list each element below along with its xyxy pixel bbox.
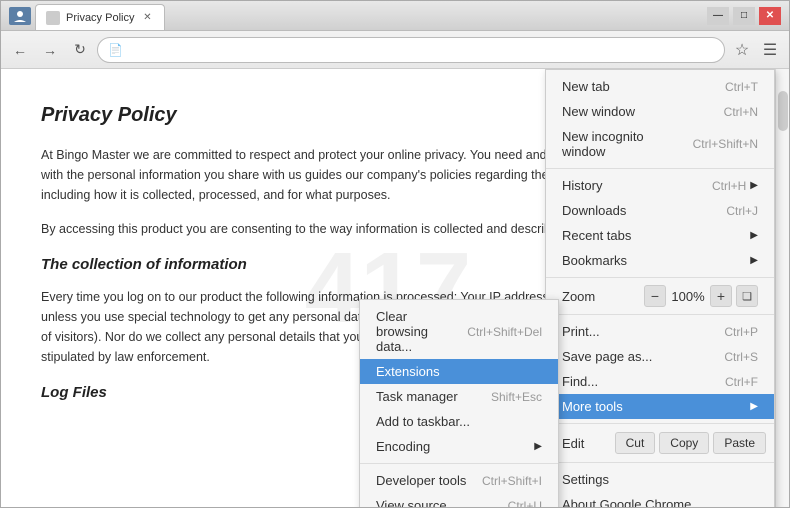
page-content: 417 Privacy Policy At Bingo Master we ar… [1, 69, 789, 507]
cut-button[interactable]: Cut [615, 432, 656, 454]
copy-button[interactable]: Copy [659, 432, 709, 454]
address-bar[interactable]: 📄 [97, 37, 725, 63]
title-bar: Privacy Policy ✕ — □ ✕ [1, 1, 789, 31]
paste-button[interactable]: Paste [713, 432, 766, 454]
zoom-value: 100% [670, 289, 706, 304]
menu-item-more-tools[interactable]: More tools ▶ [546, 394, 774, 419]
submenu-item-view-source[interactable]: View source Ctrl+U [360, 493, 558, 507]
menu-item-new-window[interactable]: New window Ctrl+N [546, 99, 774, 124]
submenu-divider-1 [360, 463, 558, 464]
nav-bar: ← → ↻ 📄 ☆ ☰ [1, 31, 789, 69]
zoom-fullscreen-button[interactable]: ❏ [736, 285, 758, 307]
menu-divider-1 [546, 168, 774, 169]
forward-button[interactable]: → [37, 37, 63, 63]
submenu-item-add-taskbar[interactable]: Add to taskbar... [360, 409, 558, 434]
minimize-button[interactable]: — [707, 7, 729, 25]
edit-label: Edit [554, 436, 611, 451]
tab-area: Privacy Policy ✕ [35, 1, 703, 30]
menu-item-bookmarks[interactable]: Bookmarks ▶ [546, 248, 774, 273]
maximize-button[interactable]: □ [733, 7, 755, 25]
history-arrow: ▶ [750, 180, 758, 191]
zoom-label: Zoom [562, 289, 640, 304]
menu-divider-4 [546, 423, 774, 424]
edit-row: Edit Cut Copy Paste [546, 428, 774, 458]
menu-item-print[interactable]: Print... Ctrl+P [546, 319, 774, 344]
menu-item-history[interactable]: History Ctrl+H ▶ [546, 173, 774, 198]
submenu-item-dev-tools[interactable]: Developer tools Ctrl+Shift+I [360, 468, 558, 493]
recent-tabs-arrow: ▶ [750, 230, 758, 241]
menu-item-find[interactable]: Find... Ctrl+F [546, 369, 774, 394]
zoom-control: Zoom − 100% + ❏ [546, 282, 774, 310]
encoding-arrow: ▶ [534, 441, 542, 452]
window-controls: — □ ✕ [707, 7, 781, 25]
menu-item-incognito[interactable]: New incognito window Ctrl+Shift+N [546, 124, 774, 164]
menu-divider-2 [546, 277, 774, 278]
tab-favicon [46, 11, 60, 25]
tab-label: Privacy Policy [66, 12, 134, 24]
menu-item-about[interactable]: About Google Chrome [546, 492, 774, 507]
submenu-item-extensions[interactable]: Extensions [360, 359, 558, 384]
page-icon: 📄 [108, 43, 123, 57]
menu-item-settings[interactable]: Settings [546, 467, 774, 492]
submenu-item-clear-browsing[interactable]: Clear browsing data... Ctrl+Shift+Del [360, 304, 558, 359]
back-button[interactable]: ← [7, 37, 33, 63]
zoom-minus-button[interactable]: − [644, 285, 666, 307]
bookmark-button[interactable]: ☆ [729, 37, 755, 63]
more-tools-submenu: Clear browsing data... Ctrl+Shift+Del Ex… [359, 299, 559, 507]
scrollbar-thumb[interactable] [778, 91, 788, 131]
menu-divider-5 [546, 462, 774, 463]
scrollbar[interactable] [775, 69, 789, 507]
menu-button[interactable]: ☰ [757, 37, 783, 63]
tab-close-button[interactable]: ✕ [140, 11, 154, 25]
menu-item-recent-tabs[interactable]: Recent tabs ▶ [546, 223, 774, 248]
zoom-plus-button[interactable]: + [710, 285, 732, 307]
menu-item-downloads[interactable]: Downloads Ctrl+J [546, 198, 774, 223]
more-tools-arrow: ▶ [750, 401, 758, 412]
active-tab[interactable]: Privacy Policy ✕ [35, 4, 165, 30]
menu-divider-3 [546, 314, 774, 315]
menu-item-save-page[interactable]: Save page as... Ctrl+S [546, 344, 774, 369]
submenu-item-task-manager[interactable]: Task manager Shift+Esc [360, 384, 558, 409]
submenu-item-encoding[interactable]: Encoding ▶ [360, 434, 558, 459]
profile-icon [9, 7, 31, 25]
context-menu: New tab Ctrl+T New window Ctrl+N New inc… [545, 69, 775, 507]
refresh-button[interactable]: ↻ [67, 37, 93, 63]
browser-window: Privacy Policy ✕ — □ ✕ ← → ↻ 📄 ☆ ☰ 417 P… [0, 0, 790, 508]
nav-right: ☆ ☰ [729, 37, 783, 63]
bookmarks-arrow: ▶ [750, 255, 758, 266]
menu-item-new-tab[interactable]: New tab Ctrl+T [546, 74, 774, 99]
close-button[interactable]: ✕ [759, 7, 781, 25]
